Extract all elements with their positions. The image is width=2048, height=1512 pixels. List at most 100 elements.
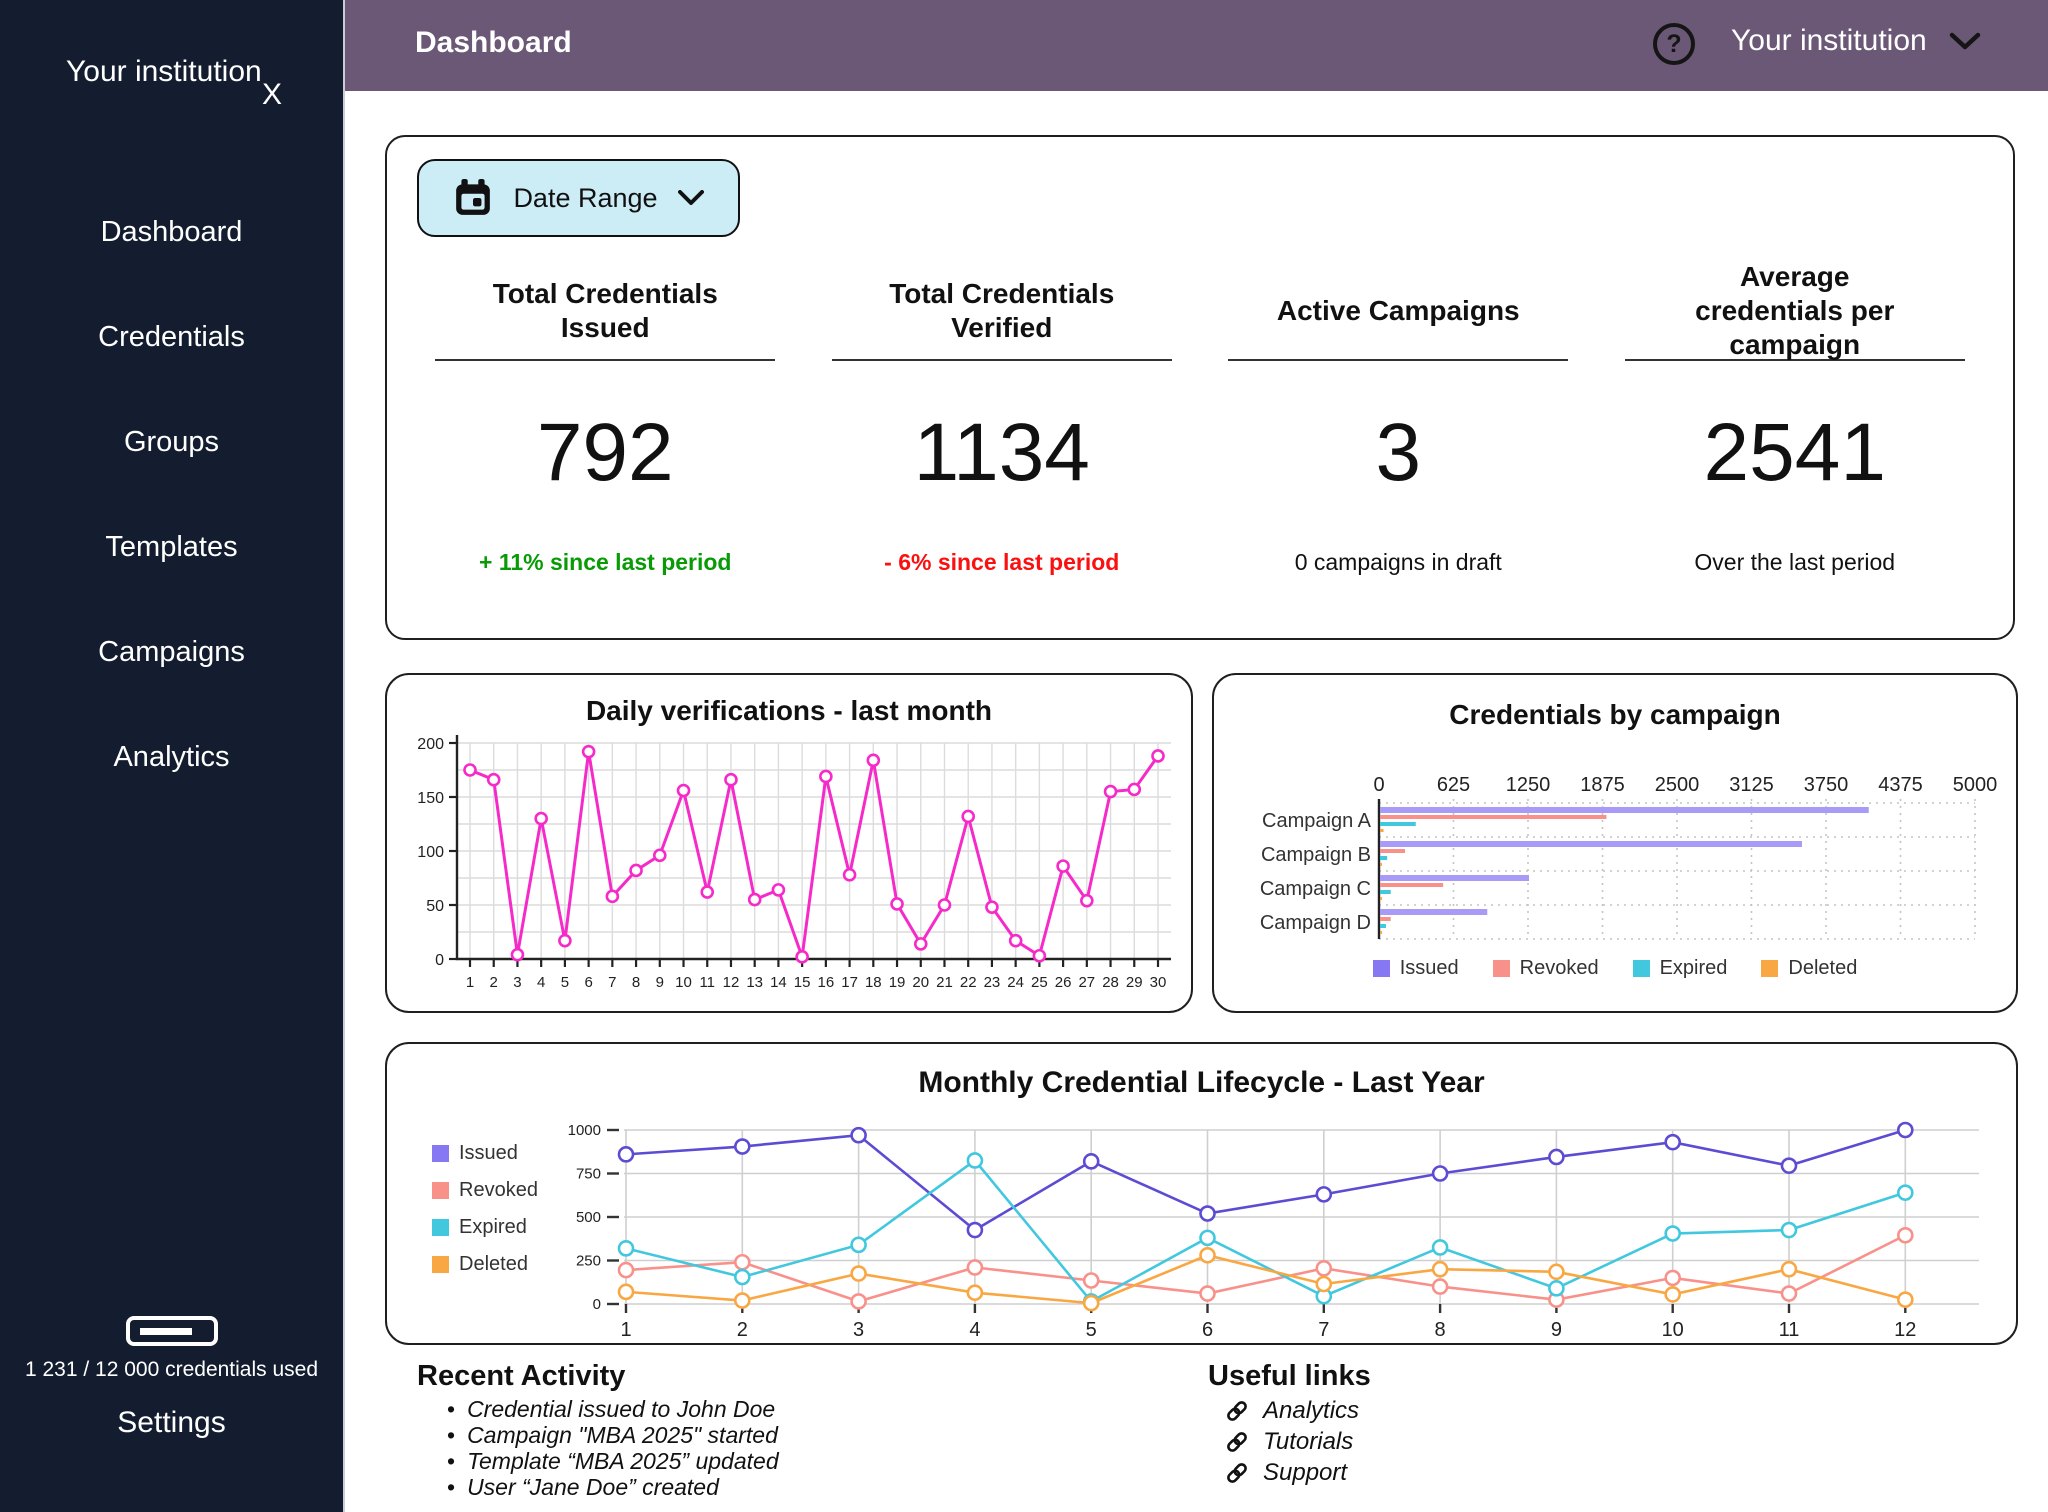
- legend-label: Revoked: [459, 1179, 538, 1202]
- date-range-button[interactable]: Date Range: [417, 159, 740, 237]
- legend-label: Expired: [1660, 957, 1728, 980]
- kpi-row: Total Credentials Issued 792 + 11% since…: [407, 265, 1993, 576]
- monthly-chart-legend: Issued Revoked Expired Deleted: [432, 1142, 538, 1276]
- institution-switcher[interactable]: Your institution: [1731, 24, 1981, 58]
- svg-text:4: 4: [537, 974, 545, 991]
- daily-verifications-card: Daily verifications - last month 0501001…: [385, 673, 1193, 1013]
- legend-swatch: [432, 1145, 449, 1162]
- legend-swatch: [1633, 960, 1650, 977]
- svg-text:1875: 1875: [1580, 774, 1625, 796]
- legend-label: Issued: [459, 1142, 518, 1165]
- svg-text:28: 28: [1102, 974, 1119, 991]
- svg-text:5: 5: [561, 974, 569, 991]
- link-icon: [1225, 1461, 1249, 1485]
- legend-item-expired: Expired: [432, 1216, 538, 1239]
- divider: [832, 359, 1172, 361]
- svg-text:Campaign B: Campaign B: [1261, 844, 1371, 866]
- svg-text:500: 500: [576, 1209, 601, 1226]
- legend-item-issued: Issued: [432, 1142, 538, 1165]
- sidebar-item-templates[interactable]: Templates: [105, 530, 237, 564]
- svg-text:0: 0: [593, 1296, 601, 1313]
- activity-item: User “Jane Doe” created: [447, 1474, 779, 1500]
- credentials-usage-icon: [126, 1316, 218, 1346]
- link-analytics[interactable]: Analytics: [1225, 1398, 1359, 1424]
- useful-links-list: Analytics Tutorials Support: [1225, 1398, 1359, 1486]
- campaign-chart-legend: IssuedRevokedExpiredDeleted: [1214, 957, 2016, 980]
- svg-text:2500: 2500: [1655, 774, 1700, 796]
- kpi-average-per-campaign: Average credentials per campaign 2541 Ov…: [1597, 265, 1994, 576]
- svg-text:4: 4: [969, 1319, 980, 1341]
- svg-text:Campaign D: Campaign D: [1260, 912, 1371, 934]
- svg-text:250: 250: [576, 1253, 601, 1270]
- svg-text:100: 100: [417, 844, 444, 861]
- legend-swatch: [432, 1182, 449, 1199]
- date-range-label: Date Range: [513, 183, 657, 214]
- link-icon: [1225, 1399, 1249, 1423]
- svg-text:1: 1: [620, 1319, 631, 1341]
- legend-item-issued: Issued: [1373, 957, 1459, 980]
- sidebar-item-dashboard[interactable]: Dashboard: [101, 215, 243, 249]
- kpi-note: Over the last period: [1597, 549, 1994, 576]
- svg-text:30: 30: [1150, 974, 1167, 991]
- top-bar: Dashboard ? Your institution: [345, 0, 2048, 91]
- svg-text:14: 14: [770, 974, 787, 991]
- legend-swatch: [1761, 960, 1778, 977]
- svg-text:23: 23: [984, 974, 1001, 991]
- svg-text:18: 18: [865, 974, 882, 991]
- sidebar-item-groups[interactable]: Groups: [124, 425, 219, 459]
- kpi-value: 2541: [1597, 405, 1994, 501]
- sidebar-item-settings[interactable]: Settings: [0, 1406, 343, 1440]
- kpi-active-campaigns: Active Campaigns 3 0 campaigns in draft: [1200, 265, 1597, 576]
- svg-text:15: 15: [794, 974, 811, 991]
- sidebar-item-campaigns[interactable]: Campaigns: [98, 635, 245, 669]
- link-icon: [1225, 1430, 1249, 1454]
- link-support[interactable]: Support: [1225, 1460, 1359, 1486]
- svg-text:625: 625: [1437, 774, 1470, 796]
- sidebar-nav: Dashboard Credentials Groups Templates C…: [0, 215, 343, 774]
- kpi-value: 1134: [804, 405, 1201, 501]
- svg-text:5: 5: [1086, 1319, 1097, 1341]
- sidebar-item-analytics[interactable]: Analytics: [113, 740, 229, 774]
- credentials-usage-text: 1 231 / 12 000 credentials used: [0, 1358, 343, 1382]
- credentials-by-campaign-chart: 06251250187525003125375043755000Campaign…: [1224, 769, 2010, 954]
- link-tutorials[interactable]: Tutorials: [1225, 1429, 1359, 1455]
- legend-label: Deleted: [459, 1253, 528, 1276]
- recent-activity-list: Credential issued to John Doe Campaign "…: [447, 1396, 779, 1500]
- svg-text:17: 17: [841, 974, 858, 991]
- sidebar-item-credentials[interactable]: Credentials: [98, 320, 245, 354]
- svg-text:11: 11: [699, 974, 715, 991]
- legend-swatch: [432, 1256, 449, 1273]
- svg-text:20: 20: [912, 974, 929, 991]
- svg-text:10: 10: [1662, 1319, 1684, 1341]
- activity-item: Credential issued to John Doe: [447, 1396, 779, 1422]
- chevron-down-icon: [1949, 32, 1981, 50]
- svg-text:750: 750: [576, 1166, 601, 1183]
- stats-card: Date Range Total Credentials Issued 792 …: [385, 135, 2015, 640]
- useful-links-title: Useful links: [1208, 1360, 1371, 1393]
- svg-text:0: 0: [435, 952, 444, 969]
- monthly-lifecycle-card: Monthly Credential Lifecycle - Last Year…: [385, 1042, 2018, 1345]
- kpi-note: - 6% since last period: [804, 549, 1201, 576]
- svg-text:22: 22: [960, 974, 977, 991]
- svg-text:4375: 4375: [1878, 774, 1923, 796]
- sidebar: Your institution X Dashboard Credentials…: [0, 0, 345, 1512]
- svg-text:12: 12: [1894, 1319, 1916, 1341]
- svg-text:11: 11: [1779, 1319, 1800, 1341]
- svg-text:1000: 1000: [568, 1122, 601, 1139]
- help-icon[interactable]: ?: [1653, 23, 1695, 65]
- svg-text:16: 16: [818, 974, 835, 991]
- svg-text:50: 50: [426, 898, 444, 915]
- svg-text:2: 2: [737, 1319, 748, 1341]
- svg-text:Campaign C: Campaign C: [1260, 878, 1371, 900]
- svg-text:1250: 1250: [1506, 774, 1551, 796]
- legend-item-revoked: Revoked: [432, 1179, 538, 1202]
- kpi-total-issued: Total Credentials Issued 792 + 11% since…: [407, 265, 804, 576]
- svg-text:9: 9: [1551, 1319, 1562, 1341]
- legend-label: Expired: [459, 1216, 527, 1239]
- svg-text:Campaign A: Campaign A: [1262, 810, 1372, 832]
- activity-item: Template “MBA 2025” updated: [447, 1448, 779, 1474]
- sidebar-close-button[interactable]: X: [262, 78, 282, 112]
- svg-text:8: 8: [1435, 1319, 1446, 1341]
- svg-text:12: 12: [723, 974, 740, 991]
- kpi-title: Total Credentials Verified: [872, 277, 1132, 345]
